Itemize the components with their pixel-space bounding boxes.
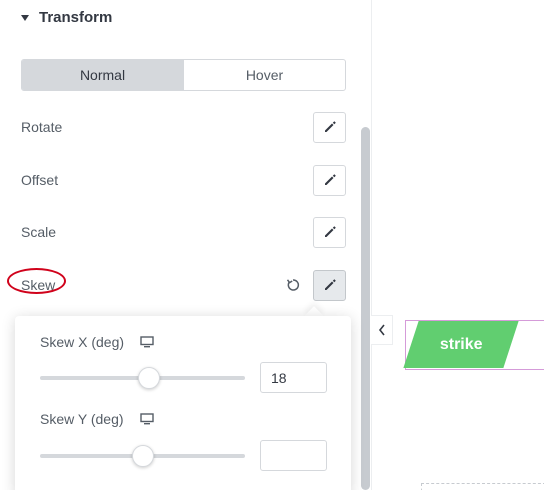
offset-edit-button[interactable]	[313, 164, 346, 196]
empty-widget-placeholder[interactable]	[421, 483, 544, 490]
rotate-edit-button[interactable]	[313, 111, 346, 143]
preview-canvas	[371, 0, 544, 490]
skew-y-slider[interactable]	[40, 445, 245, 467]
collapse-panel-handle[interactable]	[371, 315, 393, 345]
annotation-ellipse	[7, 268, 66, 294]
scale-edit-button[interactable]	[313, 216, 346, 248]
skew-label-wrap: Skew	[7, 268, 66, 294]
transform-section-header[interactable]: Transform	[21, 6, 112, 28]
scale-control: Scale	[21, 216, 346, 248]
panel-scrollbar-thumb[interactable]	[361, 127, 370, 490]
pencil-icon	[324, 121, 336, 132]
rotate-control: Rotate	[21, 111, 346, 143]
pencil-icon	[324, 174, 336, 185]
section-title: Transform	[39, 8, 113, 26]
tab-hover[interactable]: Hover	[183, 60, 345, 90]
skew-y-label: Skew Y (deg)	[40, 411, 124, 427]
strike-button[interactable]: strike	[403, 321, 519, 368]
skew-x-label-row: Skew X (deg)	[40, 334, 154, 350]
skew-edit-button[interactable]	[313, 269, 346, 301]
offset-label: Offset	[21, 172, 59, 188]
scale-label: Scale	[21, 224, 57, 240]
skew-control: Skew	[7, 268, 346, 301]
offset-control: Offset	[21, 164, 346, 196]
skew-x-slider-thumb[interactable]	[137, 367, 160, 389]
chevron-left-icon	[378, 324, 385, 336]
state-tabs: Normal Hover	[21, 59, 346, 91]
pencil-icon	[324, 226, 336, 237]
skew-y-input[interactable]	[260, 440, 327, 471]
skew-x-slider[interactable]	[40, 367, 245, 389]
caret-down-icon	[21, 14, 29, 21]
pencil-icon	[324, 279, 336, 290]
skew-x-label: Skew X (deg)	[40, 334, 125, 350]
strike-button-label: strike	[439, 335, 483, 353]
reset-icon[interactable]	[285, 277, 301, 293]
skew-x-input[interactable]	[260, 362, 327, 393]
tab-normal[interactable]: Normal	[22, 60, 183, 90]
skew-y-label-row: Skew Y (deg)	[40, 411, 154, 427]
skew-popover: Skew X (deg) Skew Y (deg)	[15, 316, 351, 490]
rotate-label: Rotate	[21, 119, 63, 135]
skew-y-slider-thumb[interactable]	[131, 445, 154, 467]
desktop-monitor-icon[interactable]	[139, 413, 154, 425]
skew-label-container: Skew	[7, 268, 285, 294]
desktop-monitor-icon[interactable]	[140, 336, 154, 348]
